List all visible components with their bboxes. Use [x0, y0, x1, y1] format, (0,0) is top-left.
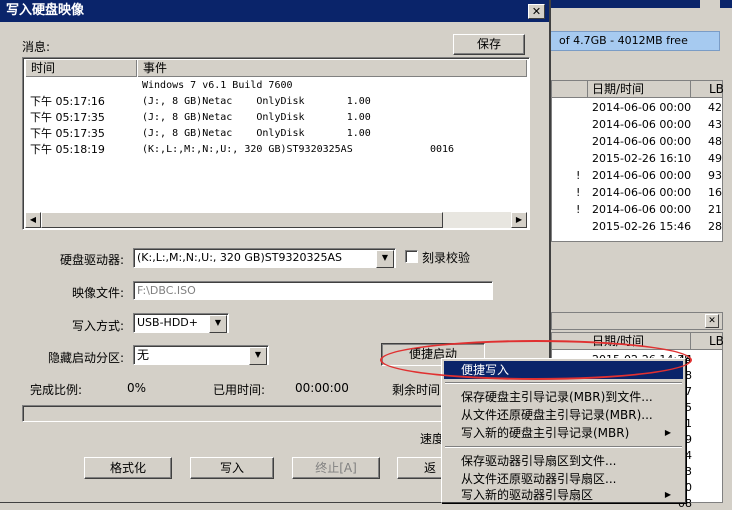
log-column-event[interactable]: 事件	[137, 60, 527, 77]
row-datetime: 2014-06-06 00:00	[592, 186, 692, 199]
background-close-button[interactable]	[700, 0, 720, 8]
highlight-ellipse	[380, 340, 692, 380]
row-datetime: 2014-06-06 00:00	[592, 203, 692, 216]
row-lb: 21	[708, 203, 722, 216]
elapsed-label: 已用时间:	[213, 383, 266, 397]
row-datetime: 2015-02-26 16:10	[592, 152, 692, 165]
close-icon: ✕	[531, 5, 542, 18]
table-row[interactable]: 下午 05:17:16 (J:, 8 GB)Netac OnlyDisk 1.00	[25, 94, 527, 110]
log-time: 下午 05:17:35	[30, 111, 105, 124]
scroll-right-icon[interactable]: ▶	[511, 212, 527, 228]
column-lb-2[interactable]: LB	[690, 333, 724, 350]
table-row[interactable]: Windows 7 v6.1 Build 7600	[25, 78, 527, 94]
log-time: 下午 05:18:19	[30, 143, 105, 156]
row-datetime: 2015-02-26 15:46	[592, 220, 692, 233]
menu-item-restore-boot-sector[interactable]: 从文件还原驱动器引导扇区...	[444, 470, 683, 488]
remaining-label: 剩余时间	[392, 383, 441, 397]
file-list-header: 日期/时间 LB	[552, 81, 724, 98]
menu-item-restore-mbr[interactable]: 从文件还原硬盘主引导记录(MBR)...	[444, 406, 683, 424]
log-time: 下午 05:17:35	[30, 127, 105, 140]
file-list-panel[interactable]: 日期/时间 LB 2014-06-06 00:00 42 2014-06-06 00…	[551, 80, 724, 242]
hidden-partition-label: 隐藏启动分区:	[48, 351, 125, 365]
row-lb: 16	[708, 186, 722, 199]
format-button[interactable]: 格式化	[84, 457, 172, 479]
write-button[interactable]: 写入	[190, 457, 274, 479]
save-button[interactable]: 保存	[453, 34, 525, 55]
drive-label: 硬盘驱动器:	[60, 253, 125, 267]
log-event: (J:, 8 GB)Netac OnlyDisk 1.00	[142, 128, 371, 139]
free-space-bar: of 4.7GB - 4012MB free	[548, 31, 720, 51]
write-mode-select[interactable]: USB-HDD+ ▼	[133, 313, 229, 333]
submenu-arrow-icon: ▶	[664, 490, 671, 499]
progress-bar	[22, 405, 442, 422]
verify-checkbox[interactable]	[405, 250, 418, 263]
scroll-thumb[interactable]	[41, 212, 443, 228]
row-flag: !	[576, 203, 581, 216]
image-file-value: F:\DBC.ISO	[137, 284, 196, 297]
log-event: Windows 7 v6.1 Build 7600	[142, 80, 293, 91]
verify-label: 刻录校验	[422, 251, 471, 265]
chevron-down-icon[interactable]: ▼	[209, 315, 227, 333]
log-event: (J:, 8 GB)Netac OnlyDisk 1.00	[142, 96, 371, 107]
table-row[interactable]: 下午 05:17:35 (J:, 8 GB)Netac OnlyDisk 1.00	[25, 110, 527, 126]
elapsed-value: 00:00:00	[295, 381, 349, 395]
submenu-arrow-icon: ▶	[664, 428, 671, 437]
row-flag: !	[576, 169, 581, 182]
free-space-text: of 4.7GB - 4012MB free	[559, 34, 688, 47]
panel-close-icon[interactable]: ✕	[705, 314, 719, 328]
row-datetime: 2014-06-06 00:00	[592, 169, 692, 182]
log-column-time[interactable]: 时间	[25, 60, 137, 77]
log-horizontal-scrollbar[interactable]: ◀ ▶	[25, 212, 527, 228]
message-log[interactable]: 时间 事件 Windows 7 v6.1 Build 7600 下午 05:17:…	[22, 57, 530, 230]
progress-label: 完成比例:	[30, 383, 83, 397]
drive-value: (K:,L:,M:,N:,U:, 320 GB)ST9320325AS	[137, 251, 342, 264]
hidden-partition-select[interactable]: 无 ▼	[133, 345, 269, 365]
menu-item-write-new-boot-sector[interactable]: 写入新的驱动器引导扇区 ▶	[444, 488, 683, 502]
hidden-partition-value: 无	[137, 348, 150, 362]
drive-select[interactable]: (K:,L:,M:,N:,U:, 320 GB)ST9320325AS ▼	[133, 248, 396, 268]
chevron-down-icon[interactable]: ▼	[376, 250, 394, 268]
log-time: 下午 05:17:16	[30, 95, 105, 108]
column-lb[interactable]: LB	[690, 81, 724, 98]
menu-separator	[445, 446, 682, 448]
write-mode-label: 写入方式:	[72, 319, 125, 333]
row-datetime: 2014-06-06 00:00	[592, 101, 692, 114]
row-flag: !	[576, 186, 581, 199]
image-file-field[interactable]: F:\DBC.ISO	[133, 281, 493, 300]
table-row[interactable]: 下午 05:18:19 (K:,L:,M:,N:,U:, 320 GB)ST932…	[25, 142, 527, 158]
row-lb: 28	[708, 220, 722, 233]
log-event: (J:, 8 GB)Netac OnlyDisk 1.00	[142, 112, 371, 123]
write-mode-value: USB-HDD+	[137, 316, 198, 329]
menu-item-write-new-mbr[interactable]: 写入新的硬盘主引导记录(MBR) ▶	[444, 424, 683, 442]
message-label: 消息:	[22, 40, 51, 54]
log-header: 时间 事件	[25, 60, 527, 77]
menu-item-save-mbr[interactable]: 保存硬盘主引导记录(MBR)到文件...	[444, 388, 683, 406]
log-extra: 0016	[430, 144, 455, 155]
menu-separator	[445, 382, 682, 384]
quick-start-context-menu: 便捷写入 保存硬盘主引导记录(MBR)到文件... 从文件还原硬盘主引导记录(M…	[441, 358, 686, 503]
row-datetime: 2014-06-06 00:00	[592, 135, 692, 148]
stop-button[interactable]: 终止[A]	[292, 457, 380, 479]
close-button[interactable]: ✕	[528, 4, 545, 19]
row-datetime: 2014-06-06 00:00	[592, 118, 692, 131]
chevron-down-icon[interactable]: ▼	[249, 347, 267, 365]
dialog-titlebar: 写入硬盘映像	[0, 0, 549, 22]
row-lb: 93	[708, 169, 722, 182]
log-event: (K:,L:,M:,N:,U:, 320 GB)ST9320325AS	[142, 144, 353, 155]
menu-item-save-boot-sector[interactable]: 保存驱动器引导扇区到文件...	[444, 452, 683, 470]
scroll-left-icon[interactable]: ◀	[25, 212, 41, 228]
progress-value: 0%	[127, 381, 147, 395]
table-row[interactable]: 下午 05:17:35 (J:, 8 GB)Netac OnlyDisk 1.00	[25, 126, 527, 142]
back-button[interactable]: 返	[397, 457, 443, 479]
image-file-label: 映像文件:	[72, 286, 125, 300]
column-datetime[interactable]: 日期/时间	[592, 81, 644, 98]
row-lb: 42	[708, 101, 722, 114]
row-lb: 43	[708, 118, 722, 131]
row-lb: 48	[708, 135, 722, 148]
dialog-title: 写入硬盘映像	[6, 3, 85, 18]
row-lb: 49	[708, 152, 722, 165]
